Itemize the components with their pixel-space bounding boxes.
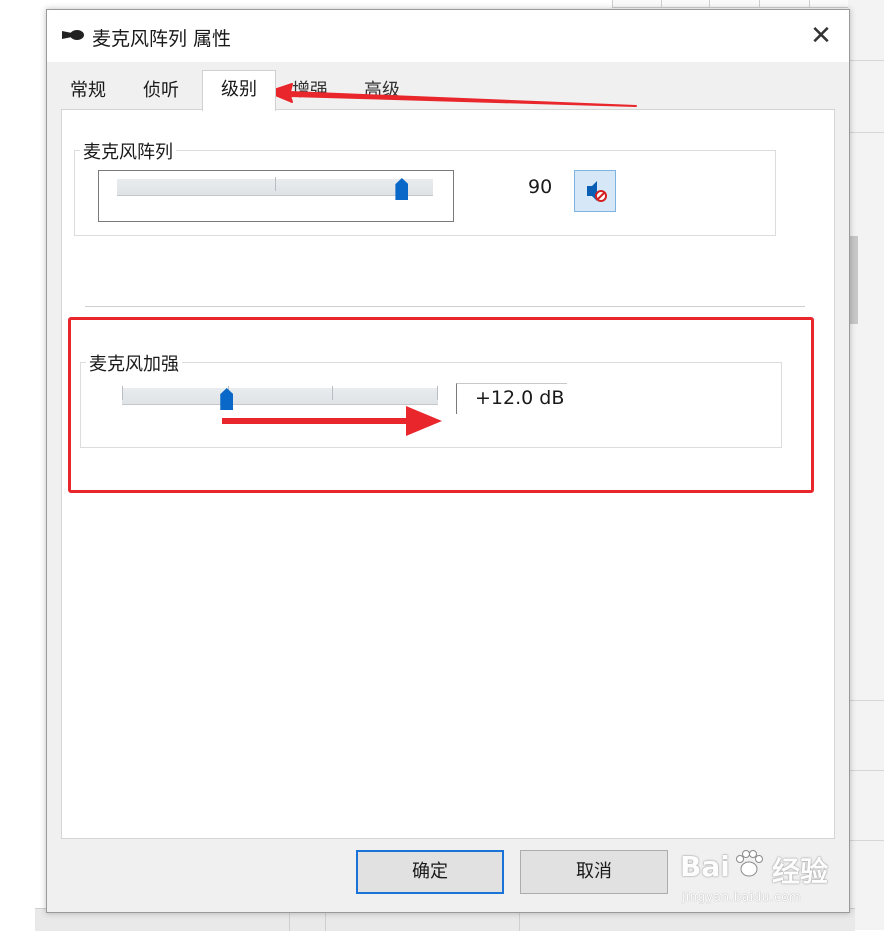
dialog-title: 麦克风阵列 属性	[92, 28, 232, 50]
background-scrollbar	[850, 236, 858, 324]
mute-button[interactable]	[574, 170, 616, 212]
watermark-brand: Bai	[680, 850, 730, 883]
cancel-button[interactable]: 取消	[520, 850, 668, 894]
watermark-brand-2: 经验	[772, 855, 829, 888]
ok-button[interactable]: 确定	[356, 850, 504, 894]
baidu-watermark: Bai 经验 jingyan.baidu.com	[672, 846, 842, 908]
mic-array-slider[interactable]	[98, 170, 454, 222]
background-window-edge	[848, 0, 884, 930]
tab-general[interactable]: 常规	[57, 74, 119, 108]
tab-levels[interactable]: 级别	[202, 70, 276, 111]
tab-advanced[interactable]: 高级	[349, 74, 415, 108]
tab-listen[interactable]: 侦听	[129, 74, 193, 108]
title-bar: 麦克风阵列 属性 ✕	[47, 10, 849, 62]
background-window-strip	[612, 0, 858, 8]
tab-enhancements[interactable]: 增强	[277, 74, 343, 108]
highlight-box	[68, 317, 814, 493]
mic-array-label: 麦克风阵列	[80, 138, 176, 164]
mic-array-level-value: 90	[528, 176, 553, 198]
section-divider	[85, 306, 805, 307]
speaker-muted-icon	[587, 181, 607, 202]
close-button[interactable]: ✕	[799, 16, 843, 56]
watermark-url: jingyan.baidu.com	[682, 890, 802, 904]
microphone-icon	[62, 30, 84, 40]
paw-icon	[736, 850, 763, 877]
